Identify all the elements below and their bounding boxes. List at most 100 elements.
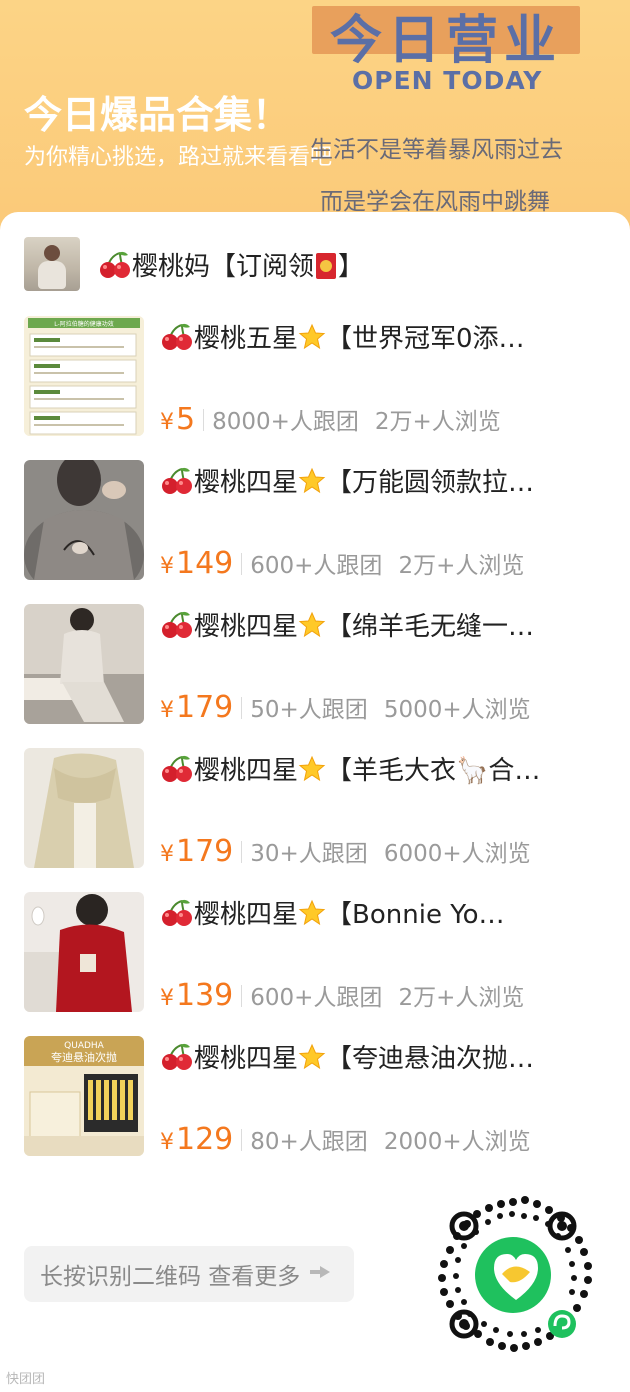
currency-symbol: ¥ bbox=[160, 698, 174, 723]
cherry-icon bbox=[160, 899, 194, 927]
price: 179 bbox=[176, 690, 234, 725]
cherry-icon bbox=[160, 467, 194, 495]
shop-name-text: 樱桃妈【订阅领 bbox=[132, 251, 315, 282]
open-today-text: OPEN TODAY bbox=[352, 66, 543, 95]
divider bbox=[241, 1128, 243, 1151]
shop-name-suffix: 】 bbox=[338, 251, 365, 282]
view-more-label: 长按识别二维码 查看更多 bbox=[40, 1264, 301, 1290]
header-banner: 今日营业 OPEN TODAY 今日爆品合集！ 为你精心挑选，路过就来看看吧 生… bbox=[0, 0, 630, 240]
title-text: 【羊毛大衣🦙合… bbox=[326, 756, 541, 786]
list-item[interactable]: 樱桃四星 【绵羊毛无缝一… ¥ 179 50+人跟团 5000+人浏览 bbox=[24, 604, 614, 725]
group-count: 8000+人跟团 bbox=[212, 409, 359, 435]
avatar[interactable] bbox=[24, 237, 80, 291]
group-count: 50+人跟团 bbox=[250, 697, 368, 723]
rating-text: 樱桃四星 bbox=[194, 1044, 299, 1074]
group-count: 600+人跟团 bbox=[250, 985, 383, 1011]
product-title[interactable]: 樱桃四星 【万能圆领款拉… bbox=[160, 462, 604, 499]
cherry-icon bbox=[160, 323, 194, 351]
divider bbox=[241, 984, 243, 1007]
product-meta: ¥ 139 600+人跟团 2万+人浏览 bbox=[160, 978, 524, 1013]
product-meta: ¥ 179 50+人跟团 5000+人浏览 bbox=[160, 690, 531, 725]
product-title[interactable]: 樱桃四星 【Bonnie Yo… bbox=[160, 894, 604, 931]
product-thumbnail[interactable] bbox=[24, 748, 144, 868]
product-thumbnail[interactable] bbox=[24, 604, 144, 724]
rating-text: 樱桃四星 bbox=[194, 756, 299, 786]
product-title[interactable]: 樱桃四星 【夸迪悬油次抛… bbox=[160, 1038, 604, 1075]
list-item[interactable]: 樱桃四星 【Bonnie Yo… ¥ 139 600+人跟团 2万+人浏览 bbox=[24, 892, 614, 1013]
title-text: 【世界冠军0添… bbox=[326, 324, 525, 354]
group-count: 80+人跟团 bbox=[250, 1129, 368, 1155]
list-item[interactable]: 樱桃四星 【万能圆领款拉… ¥ 149 600+人跟团 2万+人浏览 bbox=[24, 460, 614, 581]
product-thumbnail[interactable] bbox=[24, 892, 144, 1012]
hand-pointer-icon bbox=[300, 1264, 334, 1284]
page-subtitle: 为你精心挑选，路过就来看看吧 bbox=[24, 145, 333, 170]
price: 5 bbox=[176, 402, 196, 437]
divider bbox=[241, 696, 243, 719]
price: 179 bbox=[176, 834, 234, 869]
quote-line-1: 生活不是等着暴风雨过去 bbox=[310, 137, 563, 163]
glowing-star-icon bbox=[298, 323, 326, 351]
thumbnail-caption: L-阿拉伯糖的健康功效 bbox=[54, 320, 113, 328]
cherry-icon bbox=[160, 611, 194, 639]
quote-line-2: 而是学会在风雨中跳舞 bbox=[320, 189, 550, 215]
list-item[interactable]: QUADHA 夸迪悬油次抛 樱桃四星 【夸迪悬油次抛… ¥ 129 80+人跟团 … bbox=[24, 1036, 614, 1157]
title-text: 【绵羊毛无缝一… bbox=[326, 612, 535, 642]
rating-text: 樱桃四星 bbox=[194, 468, 299, 498]
product-thumbnail[interactable]: L-阿拉伯糖的健康功效 bbox=[24, 316, 144, 436]
title-text: 【万能圆领款拉… bbox=[326, 468, 535, 498]
view-count: 6000+人浏览 bbox=[383, 841, 531, 867]
product-title[interactable]: 樱桃四星 【绵羊毛无缝一… bbox=[160, 606, 604, 643]
view-count: 2万+人浏览 bbox=[398, 985, 525, 1011]
thumbnail-product: 夸迪悬油次抛 bbox=[51, 1050, 117, 1064]
price: 129 bbox=[176, 1122, 234, 1157]
rating-text: 樱桃四星 bbox=[194, 612, 299, 642]
currency-symbol: ¥ bbox=[160, 554, 174, 579]
divider bbox=[241, 552, 243, 575]
glowing-star-icon bbox=[298, 1043, 326, 1071]
title-text: 【Bonnie Yo… bbox=[326, 900, 505, 930]
price: 149 bbox=[176, 546, 234, 581]
shop-name[interactable]: 樱桃妈【订阅领】 bbox=[98, 246, 364, 283]
view-count: 2万+人浏览 bbox=[374, 409, 501, 435]
glowing-star-icon bbox=[298, 755, 326, 783]
footer-watermark: 快团团 bbox=[6, 1372, 46, 1387]
product-meta: ¥ 179 30+人跟团 6000+人浏览 bbox=[160, 834, 531, 869]
product-title[interactable]: 樱桃四星 【羊毛大衣🦙合… bbox=[160, 750, 604, 787]
product-thumbnail[interactable]: QUADHA 夸迪悬油次抛 bbox=[24, 1036, 144, 1156]
view-count: 2万+人浏览 bbox=[398, 553, 525, 579]
product-meta: ¥ 5 8000+人跟团 2万+人浏览 bbox=[160, 402, 501, 437]
view-more-button[interactable]: 长按识别二维码 查看更多 bbox=[24, 1246, 354, 1302]
glowing-star-icon bbox=[298, 611, 326, 639]
group-count: 600+人跟团 bbox=[250, 553, 383, 579]
product-meta: ¥ 149 600+人跟团 2万+人浏览 bbox=[160, 546, 524, 581]
shop-header[interactable]: 樱桃妈【订阅领】 bbox=[24, 237, 584, 291]
currency-symbol: ¥ bbox=[160, 986, 174, 1011]
cherry-icon bbox=[160, 755, 194, 783]
price: 139 bbox=[176, 978, 234, 1013]
page-title: 今日爆品合集！ bbox=[24, 93, 291, 137]
rating-text: 樱桃四星 bbox=[194, 900, 299, 930]
title-text: 【夸迪悬油次抛… bbox=[326, 1044, 535, 1074]
product-meta: ¥ 129 80+人跟团 2000+人浏览 bbox=[160, 1122, 531, 1157]
rating-text: 樱桃五星 bbox=[194, 324, 299, 354]
red-envelope-icon bbox=[316, 252, 337, 279]
list-item[interactable]: L-阿拉伯糖的健康功效 樱桃五星 【世界冠军0添… ¥ 5 8000+人跟团 2万… bbox=[24, 316, 614, 437]
badge-text: 今日营业 bbox=[329, 11, 562, 71]
currency-symbol: ¥ bbox=[160, 410, 174, 435]
view-count: 5000+人浏览 bbox=[383, 697, 531, 723]
product-title[interactable]: 樱桃五星 【世界冠军0添… bbox=[160, 318, 604, 355]
list-item[interactable]: 樱桃四星 【羊毛大衣🦙合… ¥ 179 30+人跟团 6000+人浏览 bbox=[24, 748, 614, 869]
currency-symbol: ¥ bbox=[160, 842, 174, 867]
view-count: 2000+人浏览 bbox=[383, 1129, 531, 1155]
cherry-icon bbox=[160, 1043, 194, 1071]
currency-symbol: ¥ bbox=[160, 1130, 174, 1155]
mini-program-qr-code[interactable] bbox=[430, 1192, 596, 1358]
divider bbox=[241, 840, 243, 863]
thumbnail-brand: QUADHA bbox=[64, 1041, 105, 1051]
glowing-star-icon bbox=[298, 899, 326, 927]
glowing-star-icon bbox=[298, 467, 326, 495]
cherry-icon bbox=[98, 251, 132, 279]
product-thumbnail[interactable] bbox=[24, 460, 144, 580]
group-count: 30+人跟团 bbox=[250, 841, 368, 867]
divider bbox=[203, 408, 205, 431]
